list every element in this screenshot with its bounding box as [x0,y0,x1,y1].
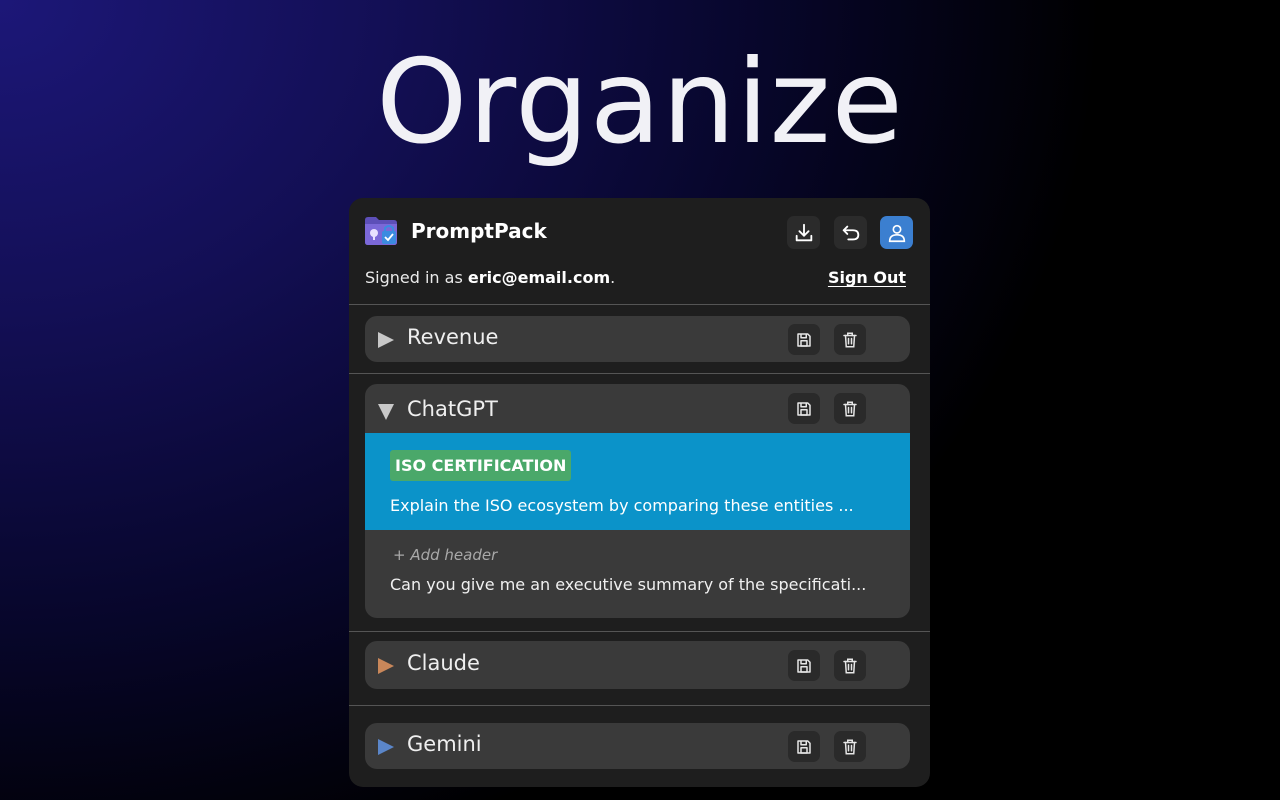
undo-button[interactable] [834,216,867,249]
folder-claude[interactable]: Claude [365,641,910,689]
save-icon [797,401,811,416]
folder-revenue[interactable]: Revenue [365,316,910,362]
save-icon [797,332,811,347]
signed-in-status: Signed in as eric@email.com. [365,268,615,287]
delete-folder-button[interactable] [834,650,866,681]
signed-in-suffix: . [610,268,616,287]
signed-in-prefix: Signed in as [365,268,468,287]
divider [349,705,930,706]
caret-right-icon[interactable] [377,657,395,675]
trash-icon [843,401,857,416]
save-folder-button[interactable] [788,393,820,424]
prompt-text[interactable]: Explain the ISO ecosystem by comparing t… [390,496,854,515]
folder-header[interactable]: Gemini [365,723,910,769]
caret-down-icon[interactable] [377,403,395,421]
prompt-item-selected[interactable]: ISO CERTIFICATION Explain the ISO ecosys… [365,433,910,530]
folder-header[interactable]: Revenue [365,316,910,362]
save-icon [797,658,811,673]
delete-folder-button[interactable] [834,393,866,424]
folder-chatgpt[interactable]: ChatGPT ISO CERTIFICATION Explain the IS… [365,384,910,618]
sign-out-link[interactable]: Sign Out [828,268,906,287]
folder-name: Claude [407,651,480,675]
undo-icon [842,225,859,240]
user-icon [888,224,905,242]
delete-folder-button[interactable] [834,324,866,355]
folder-header[interactable]: ChatGPT [365,388,910,434]
save-icon [797,739,811,754]
folder-header[interactable]: Claude [365,642,910,688]
save-folder-button[interactable] [788,650,820,681]
download-button[interactable] [787,216,820,249]
extension-panel: PromptPack Signed in as eric@email.com. … [349,198,930,787]
add-header-button[interactable]: + Add header [393,546,497,564]
folder-name: Revenue [407,325,499,349]
prompt-text[interactable]: Can you give me an executive summary of … [390,575,866,594]
folder-lock-logo [365,217,397,245]
user-email: eric@email.com [467,268,611,287]
trash-icon [843,332,857,347]
hero-title: Organize [376,35,904,170]
caret-right-icon[interactable] [377,738,395,756]
divider [349,304,930,305]
save-folder-button[interactable] [788,324,820,355]
trash-icon [843,658,857,673]
folder-name: Gemini [407,732,482,756]
account-button[interactable] [880,216,913,249]
divider [349,631,930,632]
download-icon [795,223,812,241]
save-folder-button[interactable] [788,731,820,762]
caret-right-icon[interactable] [377,331,395,349]
panel-header: PromptPack Signed in as eric@email.com. … [349,198,930,304]
prompt-header-tag[interactable]: ISO CERTIFICATION [390,450,572,481]
delete-folder-button[interactable] [834,731,866,762]
app-title: PromptPack [411,219,547,243]
trash-icon [843,739,857,754]
folder-name: ChatGPT [407,397,498,421]
divider [349,373,930,374]
folder-gemini[interactable]: Gemini [365,723,910,769]
